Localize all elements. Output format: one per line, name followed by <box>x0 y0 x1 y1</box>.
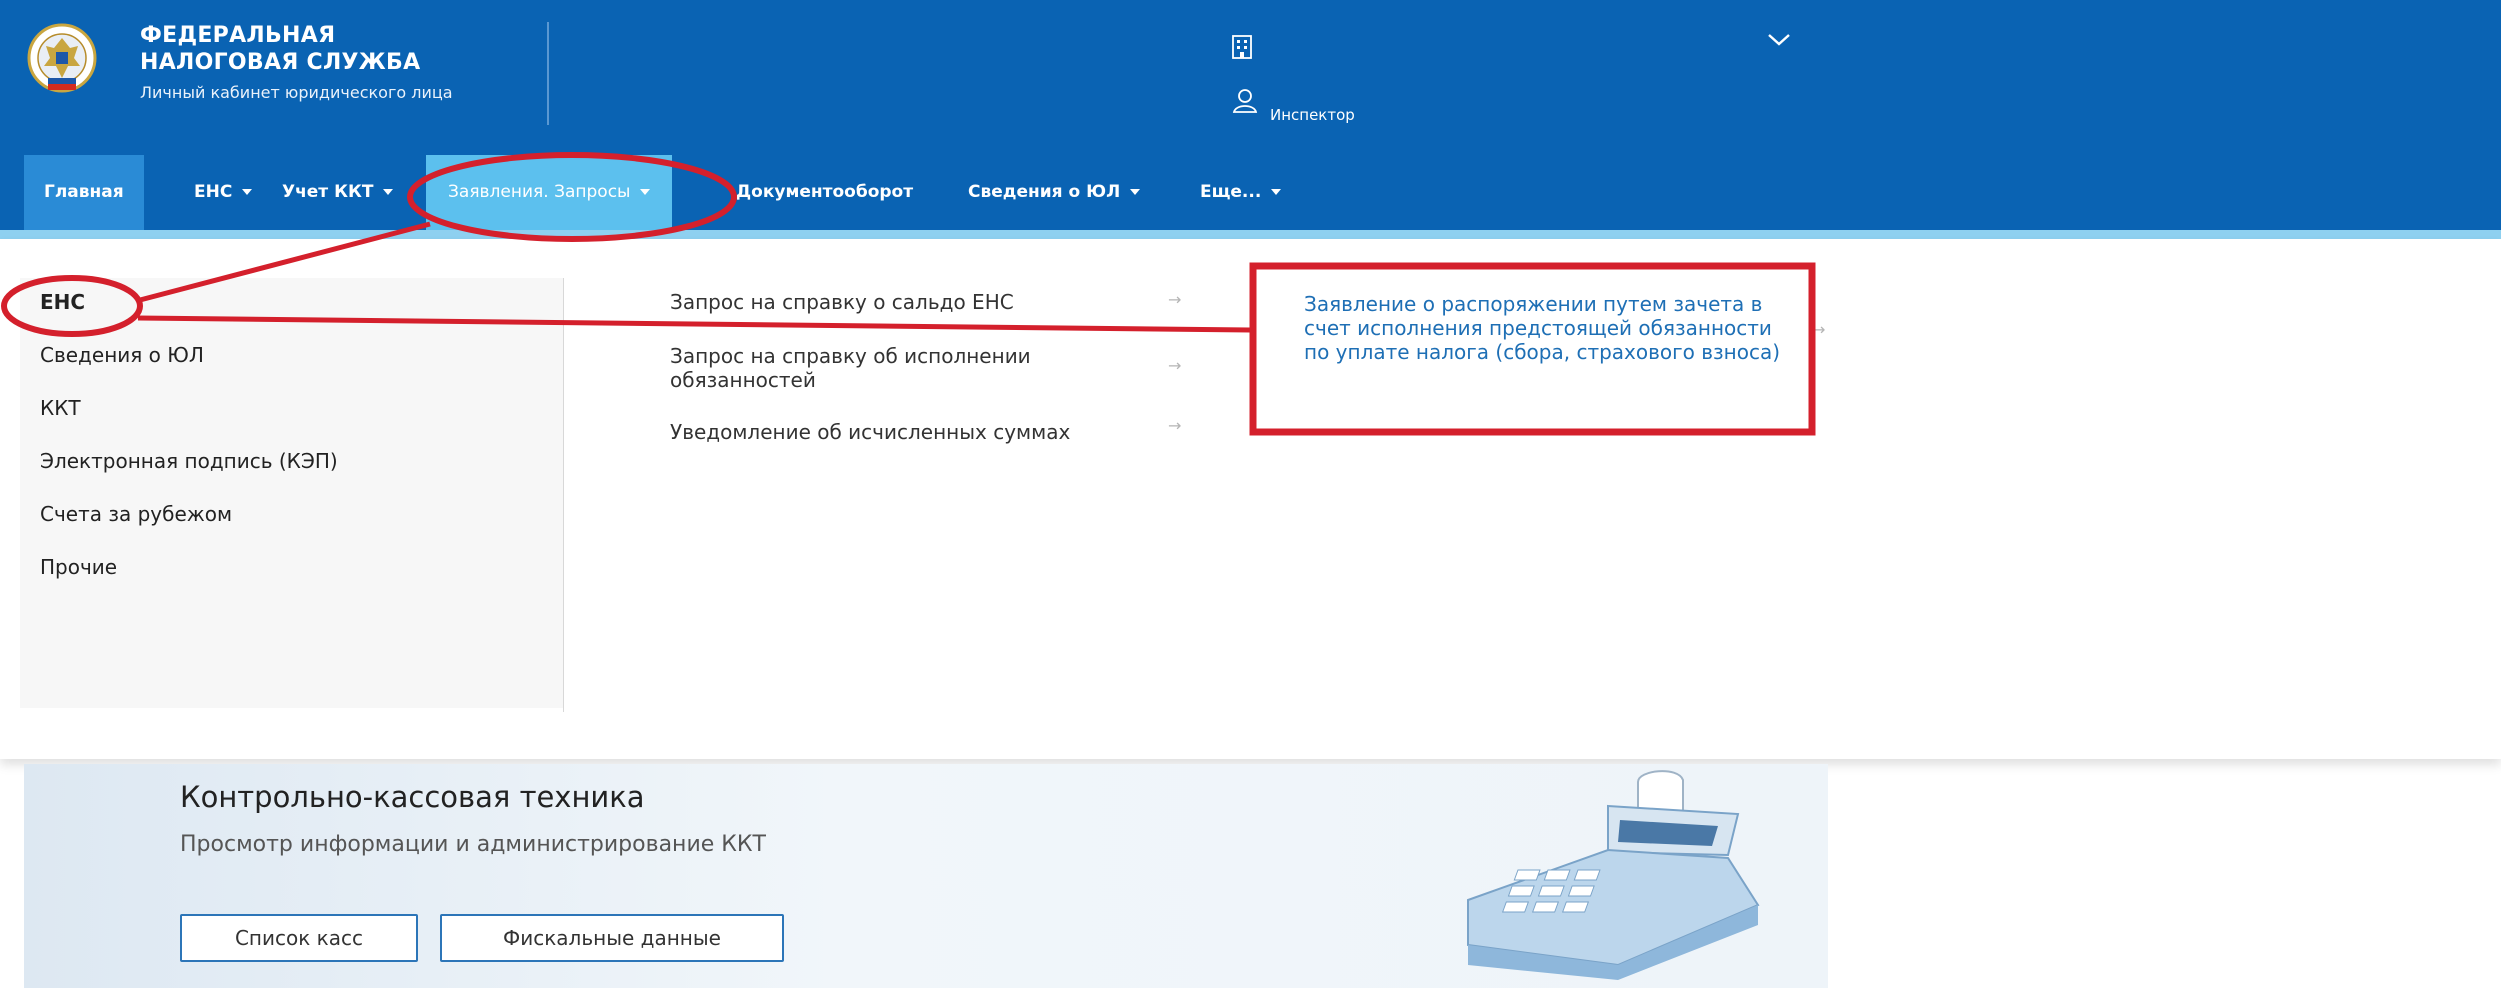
nav-item-kkt[interactable]: Учет ККТ <box>262 155 413 230</box>
arrow-right-icon: → <box>1812 320 1826 339</box>
arrow-right-icon: → <box>1168 290 1182 309</box>
submenu-obligations-certificate[interactable]: Запрос на справку об исполнении обязанно… <box>670 344 1130 392</box>
caret-down-icon <box>383 189 394 195</box>
category-other[interactable]: Прочие <box>40 555 117 579</box>
header-divider <box>547 22 549 125</box>
nav-item-more[interactable]: Еще... <box>1200 155 1282 230</box>
nav-item-applications[interactable]: Заявления. Запросы <box>426 155 673 230</box>
nav-label: ЕНС <box>194 182 233 202</box>
nav-item-docflow[interactable]: Документооборот <box>732 155 917 230</box>
caret-down-icon <box>640 189 651 195</box>
caret-down-icon <box>242 189 253 195</box>
brand-block: ФЕДЕРАЛЬНАЯ НАЛОГОВАЯ СЛУЖБА Личный каби… <box>140 22 453 105</box>
category-ens[interactable]: ЕНС <box>40 290 85 314</box>
brand-subtitle: Личный кабинет юридического лица <box>140 83 453 102</box>
category-signature[interactable]: Электронная подпись (КЭП) <box>40 449 338 473</box>
banner-subtitle: Просмотр информации и администрирование … <box>180 832 766 857</box>
cash-register-illustration <box>1467 770 1760 980</box>
building-icon[interactable] <box>1230 34 1254 60</box>
nav-item-home[interactable]: Главная <box>24 155 144 230</box>
column-divider <box>563 278 564 712</box>
nav-item-ens[interactable]: ЕНС <box>174 155 272 230</box>
arrow-right-icon: → <box>1168 356 1182 375</box>
brand-title-line1: ФЕДЕРАЛЬНАЯ <box>140 23 336 48</box>
caret-down-icon <box>1130 189 1141 195</box>
nav-accent-strip <box>0 230 2501 239</box>
nav-label: Документооборот <box>736 182 914 202</box>
chevron-down-icon[interactable] <box>1766 30 1792 48</box>
submenu-offset-application[interactable]: Заявление о распоряжении путем зачета в … <box>1304 292 1794 364</box>
user-role-label[interactable]: Инспектор <box>1270 106 1355 124</box>
submenu-balance-certificate[interactable]: Запрос на справку о сальдо ЕНС <box>670 290 1150 314</box>
caret-down-icon <box>1271 189 1282 195</box>
nav-label: Учет ККТ <box>282 182 374 202</box>
user-icon[interactable] <box>1230 86 1260 116</box>
arrow-right-icon: → <box>1168 416 1182 435</box>
nav-item-company-info[interactable]: Сведения о ЮЛ <box>968 155 1141 230</box>
category-company-info[interactable]: Сведения о ЮЛ <box>40 343 204 367</box>
category-foreign-accounts[interactable]: Счета за рубежом <box>40 502 232 526</box>
banner-title: Контрольно-кассовая техника <box>180 780 645 814</box>
fiscal-data-button[interactable]: Фискальные данные <box>440 914 784 962</box>
submenu-calculated-amounts[interactable]: Уведомление об исчисленных суммах <box>670 420 1150 444</box>
nav-label: Заявления. Запросы <box>448 182 631 202</box>
brand-title-line2: НАЛОГОВАЯ СЛУЖБА <box>140 50 421 75</box>
fns-emblem-logo <box>27 23 97 93</box>
nav-label: Сведения о ЮЛ <box>968 182 1121 202</box>
nav-label: Еще... <box>1200 182 1262 202</box>
cash-register-list-button[interactable]: Список касс <box>180 914 418 962</box>
category-kkt[interactable]: ККТ <box>40 396 81 420</box>
nav-label: Главная <box>44 182 124 202</box>
